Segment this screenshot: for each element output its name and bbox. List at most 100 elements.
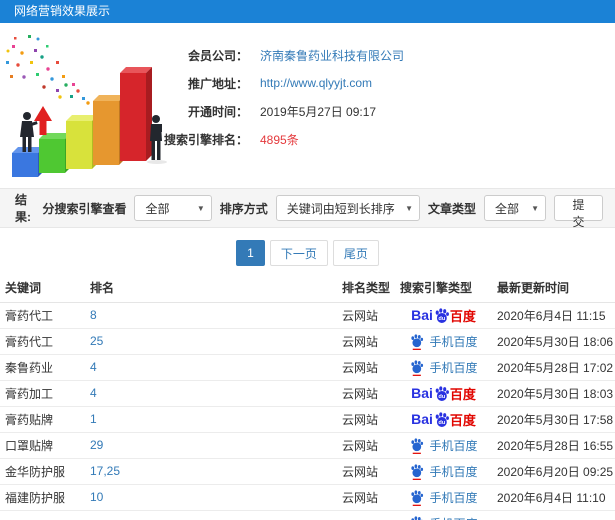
url-label: 推广地址： <box>187 76 248 91</box>
col-keyword: 关键词 <box>0 274 85 303</box>
rank-link[interactable]: 4 <box>90 360 97 374</box>
article-type-select[interactable]: 全部 ▼ <box>484 195 547 221</box>
table-row: 膏药代工 8 云网站 Bai du 百度 2020年6月4日 11:15 <box>0 302 615 329</box>
table-row: 膏药贴牌 1 云网站 Bai du 百度 2020年5月30日 17:58 <box>0 406 615 433</box>
baidu-paw-icon <box>411 359 424 376</box>
submit-button[interactable]: 提交 <box>554 195 603 229</box>
filter-bar: 结果: 分搜索引擎查看 全部 ▼ 排序方式 关键词由短到长排序 ▼ 文章类型 全… <box>0 188 615 229</box>
rank-link[interactable]: 1 <box>90 412 97 426</box>
sort-select-value: 关键词由短到长排序 <box>286 201 395 216</box>
keyword-cell: 秦鲁药业 <box>0 354 85 381</box>
keyword-cell: 膏药贴牌 <box>0 406 85 433</box>
result-label: 结果: <box>15 193 31 224</box>
filter-controls: 分搜索引擎查看 全部 ▼ 排序方式 关键词由短到长排序 ▼ 文章类型 全部 ▼ … <box>42 195 603 229</box>
rank-count-label: 搜索引擎排名： <box>163 132 248 147</box>
table-row: 口罩贴牌 29 云网站 手机百度 2020年5月28日 16:55 <box>0 432 615 459</box>
mobile-baidu-logo: 手机百度 <box>409 359 478 376</box>
updated-cell: 2020年6月4日 11:15 <box>492 302 615 329</box>
page-1-button[interactable]: 1 <box>236 240 265 266</box>
rank-link[interactable]: 10 <box>90 490 103 504</box>
rank-type-cell: 云网站 <box>337 328 395 355</box>
svg-text:du: du <box>438 316 445 322</box>
rank-link[interactable]: 17,25 <box>90 464 120 478</box>
updated-cell: 2020年5月30日 18:06 <box>492 328 615 355</box>
baidu-paw-icon: du <box>435 411 449 427</box>
keyword-cell <box>0 510 85 520</box>
info-row-open-time: 开通时间： 2019年5月27日 09:17 <box>158 97 404 125</box>
rank-type-cell: 云网站 <box>337 354 395 381</box>
mobile-baidu-logo: 手机百度 <box>409 515 478 520</box>
chevron-down-icon: ▼ <box>405 203 414 213</box>
last-page-button[interactable]: 尾页 <box>332 240 379 266</box>
company-label: 会员公司： <box>187 48 248 63</box>
marketing-chart-image <box>6 35 167 177</box>
info-row-rank-count: 搜索引擎排名： 4895条 <box>158 125 404 153</box>
baidu-paw-icon <box>411 333 424 350</box>
updated-cell: 2020年6月20日 09:25 <box>492 458 615 485</box>
company-info: 会员公司： 济南秦鲁药业科技有限公司 推广地址： http://www.qlyy… <box>158 41 404 153</box>
svg-text:du: du <box>438 394 445 400</box>
baidu-logo: Bai du 百度 <box>411 411 476 428</box>
updated-cell: 2020年5月30日 18:03 <box>492 380 615 407</box>
table-row-partial: 手机百度 <box>0 510 615 520</box>
info-row-url: 推广地址： http://www.qlyyjt.com <box>158 69 404 97</box>
baidu-paw-icon <box>411 516 424 520</box>
table-header-row: 关键词 排名 排名类型 搜索引擎类型 最新更新时间 <box>0 274 615 303</box>
baidu-logo: Bai du 百度 <box>411 385 476 402</box>
engine-filter-label: 分搜索引擎查看 <box>42 201 127 216</box>
baidu-paw-icon: du <box>435 385 449 401</box>
keyword-cell: 福建防护服 <box>0 484 85 511</box>
rank-type-cell: 云网站 <box>337 484 395 511</box>
page-title: 网络营销效果展示 <box>14 4 111 18</box>
engine-select-value: 全部 <box>145 201 170 216</box>
baidu-paw-icon <box>411 437 424 454</box>
rank-type-cell: 云网站 <box>337 432 395 459</box>
bar-chart-bars <box>12 67 152 177</box>
rank-link[interactable]: 29 <box>90 438 103 452</box>
results-table: 关键词 排名 排名类型 搜索引擎类型 最新更新时间 膏药代工 8 云网站 Bai… <box>0 274 615 520</box>
col-rank: 排名 <box>85 274 337 303</box>
baidu-paw-icon: du <box>435 307 449 323</box>
rank-link[interactable]: 4 <box>90 386 97 400</box>
table-row: 膏药代工 25 云网站 手机百度 2020年5月30日 18:06 <box>0 328 615 355</box>
chevron-down-icon: ▼ <box>531 203 540 213</box>
info-row-company: 会员公司： 济南秦鲁药业科技有限公司 <box>158 41 404 69</box>
updated-cell: 2020年6月4日 11:10 <box>492 484 615 511</box>
updated-cell: 2020年5月30日 17:58 <box>492 406 615 433</box>
up-arrow-icon <box>34 106 52 135</box>
promo-url-link[interactable]: http://www.qlyyjt.com <box>260 76 372 90</box>
svg-text:du: du <box>438 420 445 426</box>
updated-cell: 2020年5月28日 16:55 <box>492 432 615 459</box>
col-engine-type: 搜索引擎类型 <box>395 274 492 303</box>
table-row: 秦鲁药业 4 云网站 手机百度 2020年5月28日 17:02 <box>0 354 615 381</box>
baidu-paw-icon <box>411 489 424 506</box>
keyword-cell: 膏药代工 <box>0 302 85 329</box>
rank-count-value: 4895条 <box>260 132 299 147</box>
company-name-link[interactable]: 济南秦鲁药业科技有限公司 <box>260 47 404 64</box>
open-time-label: 开通时间： <box>187 104 248 119</box>
keyword-cell: 膏药加工 <box>0 380 85 407</box>
rank-link[interactable]: 8 <box>90 308 97 322</box>
rank-type-cell: 云网站 <box>337 380 395 407</box>
article-type-value: 全部 <box>495 201 520 216</box>
engine-select[interactable]: 全部 ▼ <box>134 195 212 221</box>
mobile-baidu-logo: 手机百度 <box>409 463 478 480</box>
keyword-cell: 口罩贴牌 <box>0 432 85 459</box>
keyword-cell: 金华防护服 <box>0 458 85 485</box>
mobile-baidu-logo: 手机百度 <box>409 333 478 350</box>
sort-filter-label: 排序方式 <box>219 201 268 216</box>
rank-link[interactable]: 25 <box>90 334 103 348</box>
confetti-dots <box>6 35 90 105</box>
baidu-logo: Bai du 百度 <box>411 307 476 324</box>
table-row: 金华防护服 17,25 云网站 手机百度 2020年6月20日 09:25 <box>0 458 615 485</box>
businessman-left <box>20 112 38 152</box>
pagination: 1 下一页 尾页 <box>0 240 615 266</box>
open-time-value: 2019年5月27日 09:17 <box>260 104 377 119</box>
next-page-button[interactable]: 下一页 <box>269 240 328 266</box>
updated-cell: 2020年5月28日 17:02 <box>492 354 615 381</box>
sort-select[interactable]: 关键词由短到长排序 ▼ <box>275 195 421 221</box>
mobile-baidu-logo: 手机百度 <box>409 437 478 454</box>
title-bar: 网络营销效果展示 <box>0 0 615 23</box>
col-rank-type: 排名类型 <box>337 274 395 303</box>
article-type-label: 文章类型 <box>428 201 477 216</box>
